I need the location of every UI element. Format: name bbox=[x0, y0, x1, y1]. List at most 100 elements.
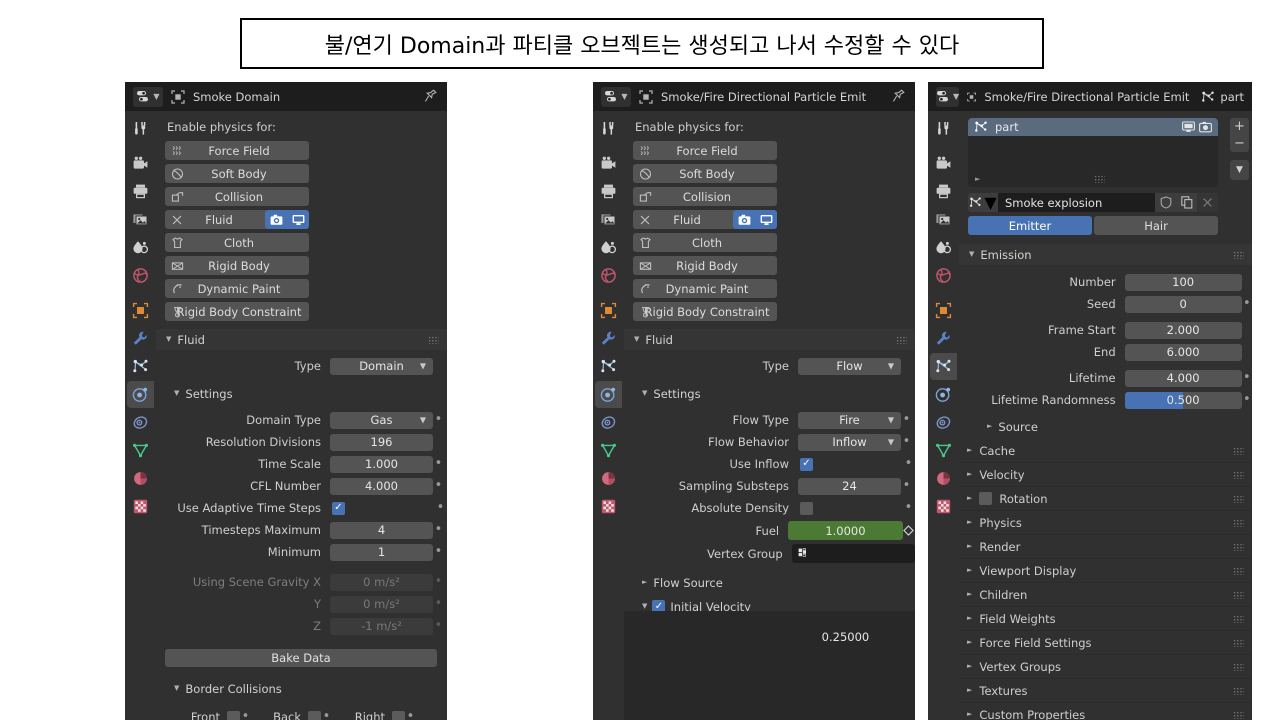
sidebar-item-scene[interactable] bbox=[595, 234, 622, 261]
cloth-button[interactable]: Cloth bbox=[165, 233, 309, 252]
rigid-body-button[interactable]: Rigid Body bbox=[165, 256, 309, 275]
front-checkbox[interactable] bbox=[227, 710, 240, 720]
domain-type-dropdown[interactable]: Gas ▼ bbox=[330, 411, 433, 429]
sidebar-item-render[interactable] bbox=[930, 150, 957, 177]
render-toggle-button[interactable] bbox=[265, 210, 287, 229]
sidebar-item-material[interactable] bbox=[930, 465, 957, 492]
back-checkbox[interactable] bbox=[308, 710, 321, 720]
time-scale-field[interactable]: 1.000 bbox=[330, 455, 433, 473]
render-toggle-button[interactable] bbox=[733, 210, 755, 229]
triangle-right-icon[interactable]: ► bbox=[975, 175, 980, 183]
sidebar-item-view-layer[interactable] bbox=[595, 206, 622, 233]
pin-icon[interactable] bbox=[424, 89, 437, 103]
sidebar-item-physics[interactable] bbox=[595, 381, 622, 408]
sidebar-item-data[interactable] bbox=[127, 437, 154, 464]
accordion-custom-properties[interactable]: ► Custom Properties bbox=[959, 702, 1252, 720]
sidebar-item-scene[interactable] bbox=[127, 234, 154, 261]
lifetime-randomness-slider[interactable]: 0.500 bbox=[1124, 391, 1242, 409]
sidebar-item-output[interactable] bbox=[595, 178, 622, 205]
frame-start-field[interactable]: 2.000 bbox=[1124, 321, 1242, 339]
settings-section-header[interactable]: ▼ Settings bbox=[624, 383, 915, 404]
editor-type-button[interactable]: ▼ bbox=[936, 86, 960, 107]
vertex-group-field[interactable] bbox=[791, 544, 915, 563]
lifetime-field[interactable]: 4.000 bbox=[1124, 369, 1242, 387]
sidebar-item-constraints[interactable] bbox=[127, 409, 154, 436]
sidebar-item-particles[interactable] bbox=[127, 353, 154, 380]
camera-icon[interactable] bbox=[1199, 121, 1212, 133]
sidebar-item-texture[interactable] bbox=[930, 493, 957, 520]
accordion-vertex-groups[interactable]: ► Vertex Groups bbox=[959, 654, 1252, 678]
accordion-velocity[interactable]: ► Velocity bbox=[959, 462, 1252, 486]
tab-hair[interactable]: Hair bbox=[1094, 216, 1218, 235]
viewport-toggle-button[interactable] bbox=[287, 210, 309, 229]
fake-user-button[interactable] bbox=[1155, 193, 1176, 212]
accordion-render[interactable]: ► Render bbox=[959, 534, 1252, 558]
sidebar-item-tool[interactable] bbox=[595, 115, 622, 142]
timesteps-minimum-field[interactable]: 1 bbox=[330, 543, 433, 561]
sidebar-item-material[interactable] bbox=[127, 465, 154, 492]
force-field-button[interactable]: Force Field bbox=[165, 141, 309, 160]
cloth-button[interactable]: Cloth bbox=[633, 233, 777, 252]
flow-source-header[interactable]: ► Flow Source bbox=[624, 572, 915, 593]
new-datablock-button[interactable] bbox=[1176, 193, 1197, 212]
sidebar-item-modifiers[interactable] bbox=[930, 325, 957, 352]
sidebar-item-object[interactable] bbox=[595, 297, 622, 324]
sidebar-item-output[interactable] bbox=[127, 178, 154, 205]
accordion-field-weights[interactable]: ► Field Weights bbox=[959, 606, 1252, 630]
source-sub-header[interactable]: ► Source bbox=[959, 416, 1252, 437]
seed-field[interactable]: 0 bbox=[1124, 295, 1242, 313]
particle-systems-list[interactable]: part ► bbox=[968, 118, 1218, 187]
accordion-children[interactable]: ► Children bbox=[959, 582, 1252, 606]
unlink-datablock-button[interactable] bbox=[1197, 193, 1218, 212]
datablock-name-field[interactable]: Smoke explosion bbox=[998, 193, 1155, 212]
absolute-density-checkbox[interactable] bbox=[800, 501, 813, 515]
datablock-type-button[interactable]: ▼ bbox=[968, 193, 998, 212]
sidebar-item-tool[interactable] bbox=[930, 115, 957, 142]
viewport-toggle-button[interactable] bbox=[755, 210, 777, 229]
fluid-type-dropdown[interactable]: Flow ▼ bbox=[798, 357, 901, 375]
pin-icon[interactable] bbox=[892, 89, 905, 103]
monitor-icon[interactable] bbox=[1182, 121, 1195, 133]
drag-dots-icon[interactable] bbox=[1093, 175, 1105, 183]
editor-type-button[interactable]: ▼ bbox=[601, 86, 631, 107]
sidebar-item-scene[interactable] bbox=[930, 234, 957, 261]
remove-particle-system-button[interactable]: − bbox=[1230, 135, 1249, 152]
sidebar-item-modifiers[interactable] bbox=[127, 325, 154, 352]
border-collisions-header[interactable]: ▼ Border Collisions bbox=[156, 678, 447, 699]
sidebar-item-object[interactable] bbox=[127, 297, 154, 324]
adaptive-time-steps-checkbox[interactable]: ✓ bbox=[332, 501, 345, 515]
editor-type-button[interactable]: ▼ bbox=[133, 86, 163, 107]
accordion-physics[interactable]: ► Physics bbox=[959, 510, 1252, 534]
rigid-body-button[interactable]: Rigid Body bbox=[633, 256, 777, 275]
emission-section-header[interactable]: ▼ Emission bbox=[959, 244, 1252, 265]
sidebar-item-constraints[interactable] bbox=[930, 409, 957, 436]
list-menu-button[interactable]: ▼ bbox=[1230, 160, 1249, 180]
keyframe-diamond-icon[interactable] bbox=[903, 525, 915, 536]
sidebar-item-data[interactable] bbox=[930, 437, 957, 464]
fluid-type-dropdown[interactable]: Domain ▼ bbox=[330, 357, 433, 375]
accordion-rotation[interactable]: ► Rotation bbox=[959, 486, 1252, 510]
fluid-section-header[interactable]: ▼ Fluid bbox=[624, 329, 915, 350]
bake-data-button[interactable]: Bake Data bbox=[165, 649, 437, 667]
sidebar-item-object[interactable] bbox=[930, 297, 957, 324]
frame-end-field[interactable]: 6.000 bbox=[1124, 343, 1242, 361]
collision-button[interactable]: Collision bbox=[633, 187, 777, 206]
force-field-button[interactable]: Force Field bbox=[633, 141, 777, 160]
fluid-section-header[interactable]: ▼ Fluid bbox=[156, 329, 447, 350]
sidebar-item-world[interactable] bbox=[127, 262, 154, 289]
sidebar-item-render[interactable] bbox=[127, 150, 154, 177]
soft-body-button[interactable]: Soft Body bbox=[165, 164, 309, 183]
cfl-number-field[interactable]: 4.000 bbox=[330, 477, 433, 495]
sidebar-item-world[interactable] bbox=[595, 262, 622, 289]
sidebar-item-material[interactable] bbox=[595, 465, 622, 492]
dynamic-paint-button[interactable]: Dynamic Paint bbox=[165, 279, 309, 298]
sidebar-item-constraints[interactable] bbox=[595, 409, 622, 436]
list-item[interactable]: part bbox=[968, 118, 1218, 136]
right-checkbox[interactable] bbox=[392, 710, 405, 720]
add-particle-system-button[interactable]: + bbox=[1230, 118, 1249, 135]
flow-behavior-dropdown[interactable]: Inflow ▼ bbox=[798, 433, 901, 451]
sidebar-item-particles[interactable] bbox=[930, 353, 957, 380]
sidebar-item-tool[interactable] bbox=[127, 115, 154, 142]
sidebar-item-particles[interactable] bbox=[595, 353, 622, 380]
fuel-slider[interactable]: 1.0000 bbox=[788, 521, 903, 540]
